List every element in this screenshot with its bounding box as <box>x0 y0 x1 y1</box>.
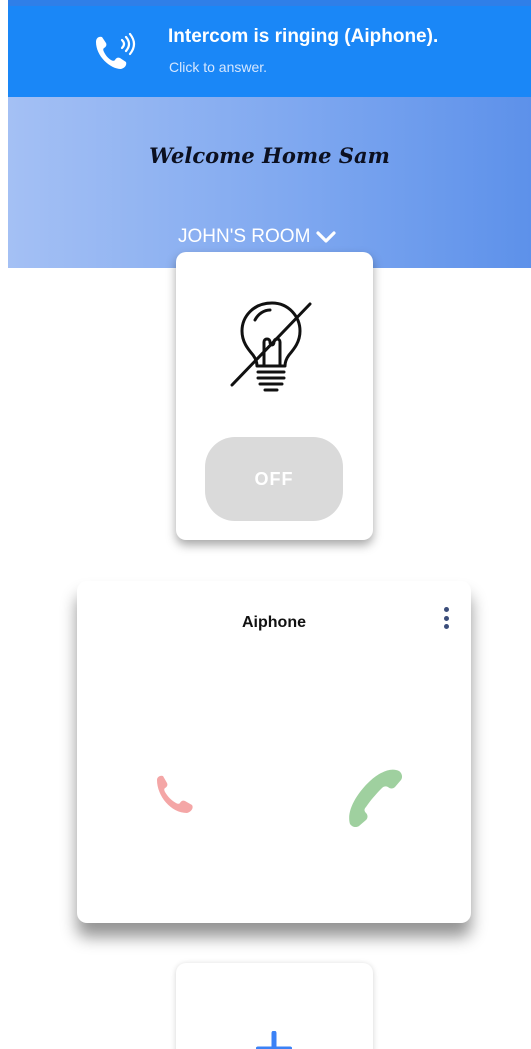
phone-hangup-icon[interactable] <box>153 774 197 818</box>
intercom-card: Aiphone <box>77 581 471 923</box>
lightbulb-off-icon <box>230 301 312 392</box>
notification-subtitle: Click to answer. <box>169 59 268 75</box>
app-screen: Intercom is ringing (Aiphone). Click to … <box>0 0 531 1049</box>
room-selector[interactable]: JOHN'S ROOM <box>178 223 337 251</box>
intercom-title: Aiphone <box>242 614 306 631</box>
light-toggle-button[interactable]: OFF <box>205 437 343 521</box>
phone-ringing-icon <box>96 32 136 69</box>
intercom-notification[interactable]: Intercom is ringing (Aiphone). Click to … <box>8 0 531 97</box>
header: Welcome Home Sam JOHN'S ROOM <box>8 97 531 268</box>
plus-icon <box>256 1031 292 1049</box>
welcome-message: Welcome Home Sam <box>149 143 390 168</box>
add-device-card[interactable] <box>176 963 373 1049</box>
light-card: OFF <box>176 252 373 540</box>
notification-title: Intercom is ringing (Aiphone). <box>168 26 439 47</box>
room-name: JOHN'S ROOM <box>178 226 311 247</box>
more-vertical-icon[interactable] <box>440 607 452 629</box>
chevron-down-icon <box>316 231 337 243</box>
phone-answer-icon[interactable] <box>337 761 409 833</box>
